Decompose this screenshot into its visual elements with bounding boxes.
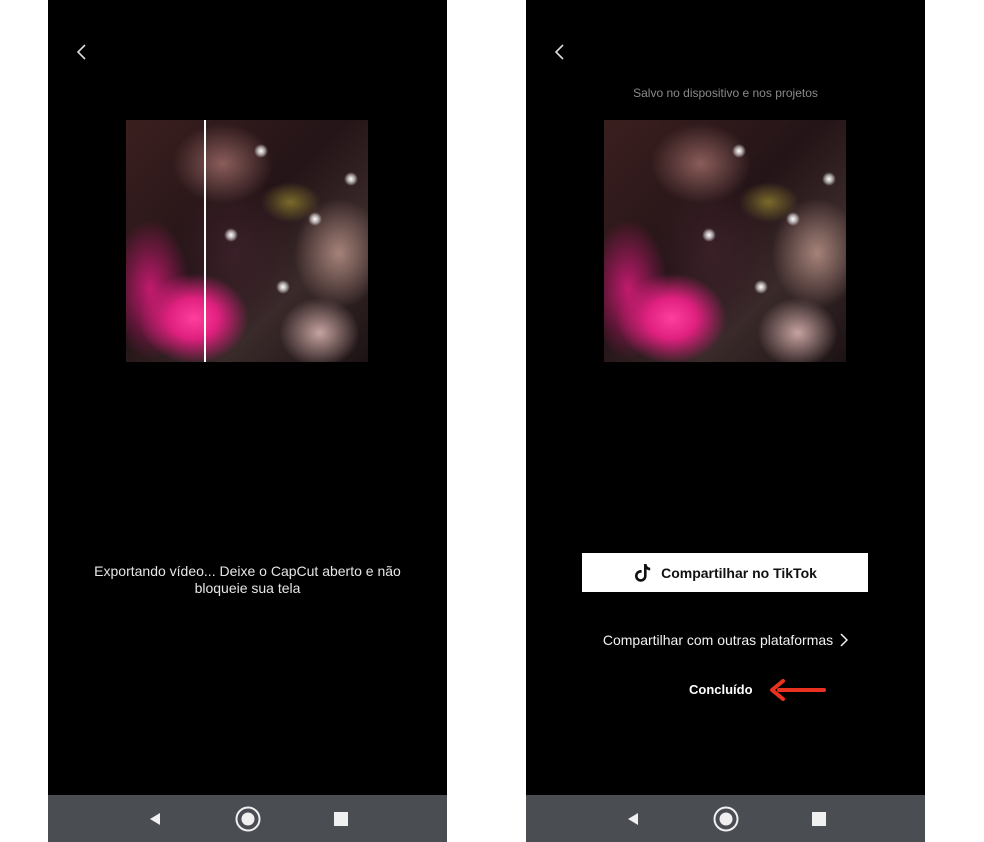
sparkle xyxy=(786,212,800,226)
nav-home-button[interactable] xyxy=(234,805,262,833)
square-recents-icon xyxy=(811,811,826,826)
sparkle xyxy=(822,172,836,186)
nav-home-button[interactable] xyxy=(712,805,740,833)
share-other-label: Compartilhar com outras plataformas xyxy=(602,632,834,648)
video-preview xyxy=(126,120,368,362)
share-tiktok-label: Compartilhar no TikTok xyxy=(661,564,817,581)
sparkle xyxy=(276,280,290,294)
tiktok-logo-icon xyxy=(635,563,651,582)
sparkle xyxy=(702,228,716,242)
nav-back-button[interactable] xyxy=(141,805,169,833)
saved-status-text: Salvo no dispositivo e nos projetos xyxy=(633,86,818,100)
red-arrow-icon xyxy=(770,679,826,701)
chevron-left-icon xyxy=(76,44,86,60)
triangle-back-icon xyxy=(627,812,638,825)
circle-home-icon xyxy=(713,806,738,831)
back-button[interactable] xyxy=(70,40,94,64)
android-nav-bar xyxy=(526,795,925,842)
sparkle xyxy=(754,280,768,294)
nav-recents-button[interactable] xyxy=(327,805,355,833)
circle-home-icon xyxy=(235,806,260,831)
back-button[interactable] xyxy=(548,40,572,64)
done-button[interactable]: Concluído xyxy=(689,682,753,697)
sparkle xyxy=(308,212,322,226)
nav-recents-button[interactable] xyxy=(805,805,833,833)
chevron-right-icon xyxy=(840,633,849,647)
sparkle xyxy=(344,172,358,186)
export-status-text: Exportando vídeo... Deixe o CapCut abert… xyxy=(94,563,401,596)
sparkle xyxy=(224,228,238,242)
triangle-back-icon xyxy=(149,812,160,825)
share-tiktok-button[interactable]: Compartilhar no TikTok xyxy=(582,553,868,592)
android-nav-bar xyxy=(48,795,447,842)
export-complete-screen: Salvo no dispositivo e nos projetos Comp… xyxy=(526,0,925,842)
sparkle xyxy=(732,144,746,158)
share-other-platforms-button[interactable]: Compartilhar com outras plataformas xyxy=(526,632,925,648)
export-progress-line xyxy=(204,120,206,362)
sparkle xyxy=(254,144,268,158)
nav-back-button[interactable] xyxy=(619,805,647,833)
chevron-left-icon xyxy=(554,44,564,60)
video-preview xyxy=(604,120,846,362)
square-recents-icon xyxy=(333,811,348,826)
export-screen: Exportando vídeo... Deixe o CapCut abert… xyxy=(48,0,447,842)
